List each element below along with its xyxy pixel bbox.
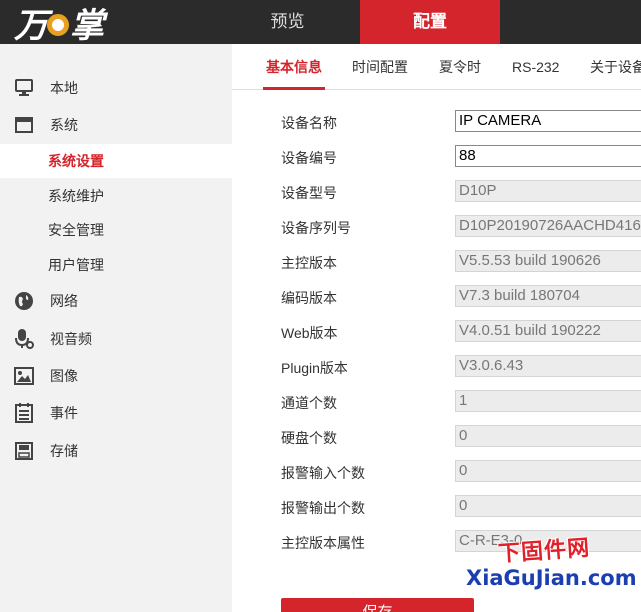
sidebar-sub-security[interactable]: 安全管理: [0, 213, 232, 247]
sidebar-item-label: 存储: [50, 443, 78, 459]
save-button[interactable]: 保存: [281, 598, 474, 612]
watermark-url: XiaGuJian.com: [466, 566, 637, 590]
label-main-version-attr: 主控版本属性: [281, 535, 365, 551]
sidebar-item-label: 事件: [50, 405, 78, 421]
sidebar-item-event[interactable]: 事件: [0, 395, 232, 431]
config-tabs: 基本信息 时间配置 夏令时 RS-232 关于设备: [232, 44, 641, 90]
sidebar-sub-label: 系统设置: [48, 153, 104, 169]
sidebar-item-system[interactable]: 系统: [0, 107, 232, 143]
label-serial-number: 设备序列号: [281, 220, 351, 236]
sidebar-item-label: 视音频: [50, 331, 92, 347]
label-device-number: 设备编号: [281, 150, 337, 166]
globe-icon: [14, 291, 34, 311]
event-list-icon: [14, 403, 34, 423]
sidebar-sub-user-management[interactable]: 用户管理: [0, 248, 232, 282]
label-encode-version: 编码版本: [281, 290, 337, 306]
encode-version-field: V7.3 build 180704: [455, 285, 641, 307]
nav-tab-preview[interactable]: 预览: [230, 0, 345, 44]
sidebar-sub-label: 安全管理: [48, 222, 104, 238]
sidebar-item-audio-video[interactable]: 视音频: [0, 321, 232, 357]
sidebar-item-storage[interactable]: 存储: [0, 433, 232, 469]
sidebar-sub-system-settings[interactable]: 系统设置: [0, 144, 232, 178]
main-version-field: V5.5.53 build 190626: [455, 250, 641, 272]
top-bar: 万掌 预览 配置: [0, 0, 641, 46]
label-device-name: 设备名称: [281, 115, 337, 131]
label-alarm-output-count: 报警输出个数: [281, 500, 365, 516]
label-web-version: Web版本: [281, 325, 338, 341]
tab-time-config[interactable]: 时间配置: [352, 44, 408, 90]
device-name-input[interactable]: IP CAMERA: [455, 110, 641, 132]
plugin-version-field: V3.0.6.43: [455, 355, 641, 377]
image-icon: [14, 366, 34, 386]
device-model-field: D10P: [455, 180, 641, 202]
system-icon: [14, 115, 34, 135]
tab-basic-info[interactable]: 基本信息: [263, 44, 325, 90]
tab-dst[interactable]: 夏令时: [439, 44, 481, 90]
sidebar-item-label: 系统: [50, 117, 78, 133]
sidebar-sub-label: 用户管理: [48, 257, 104, 273]
logo-camera-icon: [47, 14, 69, 36]
sidebar-item-image[interactable]: 图像: [0, 358, 232, 394]
sidebar-item-network[interactable]: 网络: [0, 283, 232, 319]
device-number-input[interactable]: 88: [455, 145, 641, 167]
brand-logo: 万掌: [14, 5, 104, 46]
sidebar-item-label: 图像: [50, 368, 78, 384]
label-plugin-version: Plugin版本: [281, 360, 348, 376]
label-device-model: 设备型号: [281, 185, 337, 201]
serial-number-field: D10P20190726AACHD416: [455, 215, 641, 237]
web-version-field: V4.0.51 build 190222: [455, 320, 641, 342]
sidebar-sub-label: 系统维护: [48, 188, 104, 204]
sidebar-item-label: 网络: [50, 293, 78, 309]
microphone-icon: [14, 329, 34, 349]
label-main-version: 主控版本: [281, 255, 337, 271]
label-channel-count: 通道个数: [281, 395, 337, 411]
tab-rs232[interactable]: RS-232: [512, 44, 559, 90]
channel-count-field: 1: [455, 390, 641, 412]
sidebar: 本地 系统 系统设置 系统维护 安全管理 用户管理 网络 视音频 图像 事件 存…: [0, 44, 232, 612]
sidebar-item-label: 本地: [50, 80, 78, 96]
monitor-icon: [14, 78, 34, 98]
storage-disk-icon: [14, 441, 34, 461]
tab-about-device[interactable]: 关于设备: [590, 44, 641, 90]
alarm-output-count-field: 0: [455, 495, 641, 517]
sidebar-item-local[interactable]: 本地: [0, 70, 232, 106]
label-alarm-input-count: 报警输入个数: [281, 465, 365, 481]
watermark-chinese: 下固件网: [497, 535, 591, 568]
alarm-input-count-field: 0: [455, 460, 641, 482]
sidebar-sub-system-maintenance[interactable]: 系统维护: [0, 179, 232, 213]
disk-count-field: 0: [455, 425, 641, 447]
nav-tab-config[interactable]: 配置: [360, 0, 500, 44]
label-disk-count: 硬盘个数: [281, 430, 337, 446]
